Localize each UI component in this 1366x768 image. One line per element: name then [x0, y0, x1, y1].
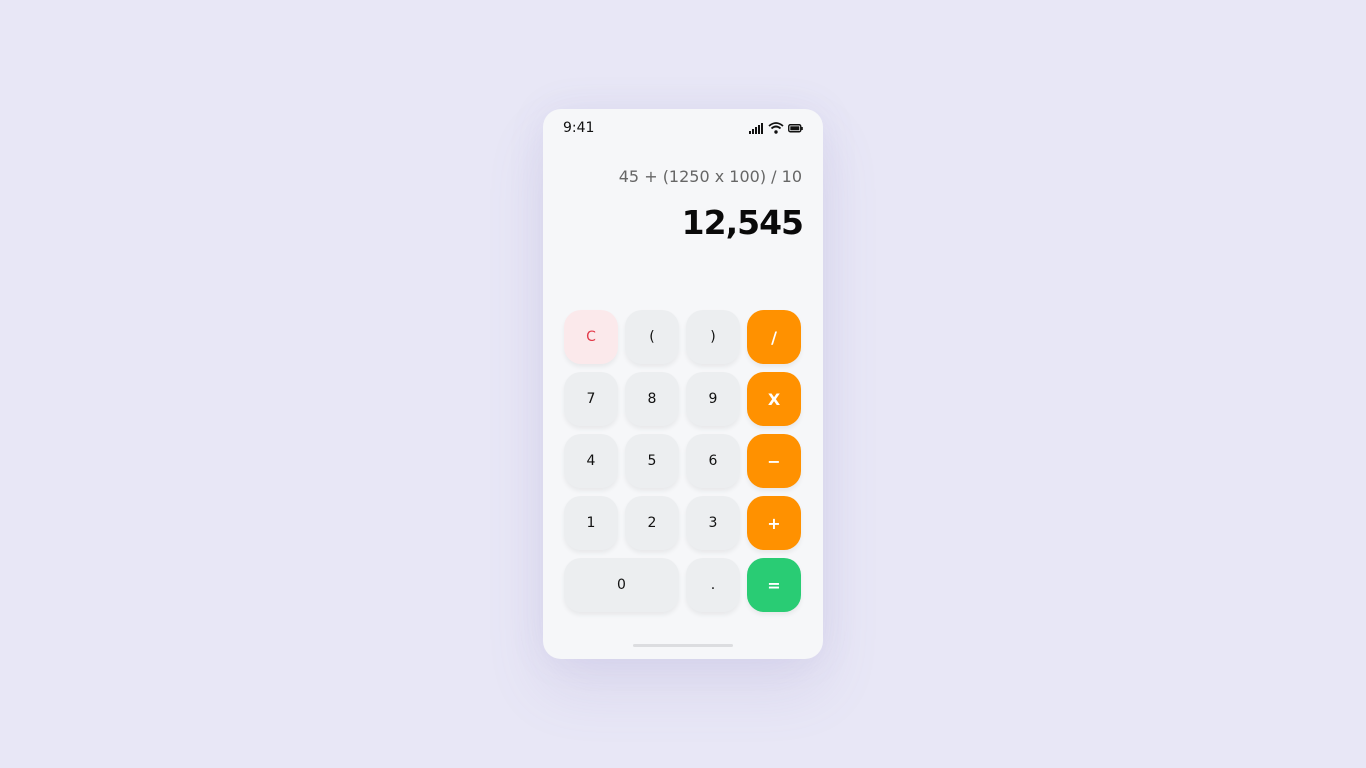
clear-button[interactable]: C: [564, 310, 618, 364]
multiply-button[interactable]: X: [747, 372, 801, 426]
digit-7-button[interactable]: 7: [564, 372, 618, 426]
decimal-button[interactable]: .: [686, 558, 740, 612]
digit-2-button[interactable]: 2: [625, 496, 679, 550]
status-time: 9:41: [563, 120, 595, 136]
digit-6-button[interactable]: 6: [686, 434, 740, 488]
keypad: C ( ) / 7 8 9 X 4 5 6 − 1 2 3 + 0 . =: [564, 310, 803, 612]
wifi-icon: [768, 122, 784, 134]
digit-4-button[interactable]: 4: [564, 434, 618, 488]
battery-icon: [788, 123, 803, 133]
home-indicator[interactable]: [633, 644, 733, 647]
digit-0-button[interactable]: 0: [564, 558, 679, 612]
expression-display: 45 + (1250 x 100) / 10: [618, 167, 802, 186]
divide-button[interactable]: /: [747, 310, 801, 364]
digit-1-button[interactable]: 1: [564, 496, 618, 550]
subtract-button[interactable]: −: [747, 434, 801, 488]
status-icons: [749, 122, 803, 134]
equals-button[interactable]: =: [747, 558, 801, 612]
calculator-phone: 9:41 45 + (1250 x 100) / 10 12,545 C ()…: [543, 109, 823, 659]
digit-9-button[interactable]: 9: [686, 372, 740, 426]
signal-icon: [749, 122, 764, 134]
close-paren-button[interactable]: ): [686, 310, 740, 364]
digit-5-button[interactable]: 5: [625, 434, 679, 488]
status-bar: 9:41: [563, 119, 803, 137]
digit-8-button[interactable]: 8: [625, 372, 679, 426]
add-button[interactable]: +: [747, 496, 801, 550]
digit-3-button[interactable]: 3: [686, 496, 740, 550]
open-paren-button[interactable]: (: [625, 310, 679, 364]
result-display: 12,545: [681, 203, 804, 242]
